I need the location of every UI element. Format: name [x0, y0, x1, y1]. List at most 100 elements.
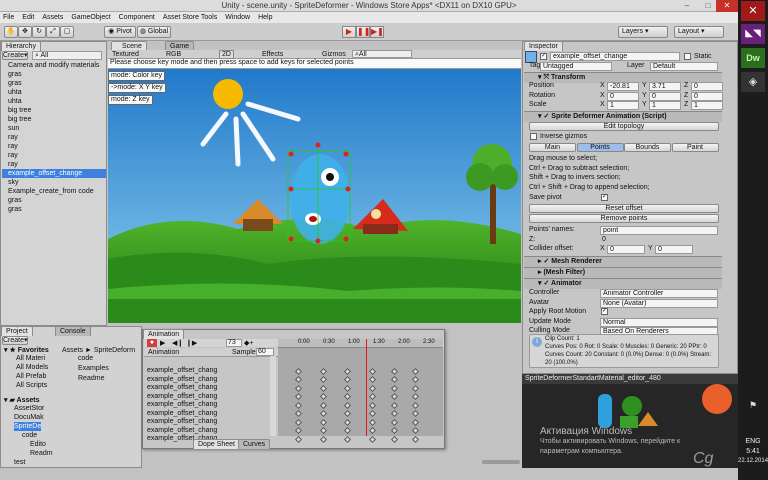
- project-create-button[interactable]: Create▾: [2, 336, 28, 345]
- clip-dropdown[interactable]: Animation: [148, 349, 179, 356]
- assets-tree-item[interactable]: DocuMak: [14, 413, 44, 422]
- assets-tree-item[interactable]: Readm: [30, 449, 53, 458]
- animation-property-row[interactable]: example_offset_chang: [147, 418, 217, 426]
- transform-rotation-z-field[interactable]: 0: [691, 91, 723, 101]
- add-key-icon[interactable]: ◆+: [244, 339, 253, 347]
- scale-tool-icon[interactable]: ⤢: [46, 26, 60, 38]
- tab-curves[interactable]: Curves: [238, 439, 271, 449]
- hierarchy-item[interactable]: big tree: [2, 106, 106, 115]
- sprite-deformer-tab[interactable]: Points: [576, 143, 624, 152]
- rgb-dropdown[interactable]: RGB: [166, 51, 181, 58]
- favorites-item[interactable]: All Models: [16, 363, 48, 372]
- transform-rotation-x-field[interactable]: 0: [607, 91, 639, 101]
- visual-studio-icon[interactable]: ◣◥: [741, 24, 765, 44]
- pause-button[interactable]: ❚❚: [356, 26, 370, 38]
- z-field[interactable]: 0: [600, 236, 718, 245]
- animation-property-row[interactable]: example_offset_chang: [147, 427, 217, 435]
- collider-x-field[interactable]: 0: [607, 245, 645, 254]
- scene-viewport[interactable]: [108, 59, 521, 323]
- transform-scale-y-field[interactable]: 1: [649, 101, 681, 110]
- animation-property-row[interactable]: example_offset_chang: [147, 367, 217, 375]
- hierarchy-item[interactable]: gras: [2, 196, 106, 205]
- hierarchy-create-button[interactable]: Create▾: [2, 51, 28, 60]
- mesh-renderer-header[interactable]: ▸ ✓ Mesh Renderer: [524, 256, 722, 267]
- assets-tree-item[interactable]: AssetStor: [14, 404, 44, 413]
- menu-window[interactable]: Window: [225, 14, 250, 21]
- layers-dropdown[interactable]: Layers ▾: [618, 26, 668, 38]
- next-key-icon[interactable]: ❙▶: [186, 339, 197, 347]
- menu-gameobject[interactable]: GameObject: [71, 14, 110, 21]
- animation-property-row[interactable]: example_offset_chang: [147, 376, 217, 384]
- sprite-deformer-header[interactable]: ▾ ✓ Sprite Deformer Animation (Script): [524, 111, 722, 122]
- hierarchy-item[interactable]: uhta: [2, 88, 106, 97]
- step-button[interactable]: ▶❚: [370, 26, 384, 38]
- animation-property-row[interactable]: example_offset_chang: [147, 393, 217, 401]
- mode-z-key[interactable]: mode: Z key: [108, 95, 153, 105]
- menu-assets[interactable]: Assets: [42, 14, 63, 21]
- hierarchy-item[interactable]: sun: [2, 124, 106, 133]
- favorites-item[interactable]: All Materi: [16, 354, 45, 363]
- assets-tree-item[interactable]: code: [22, 431, 37, 440]
- mode-color-key[interactable]: mode: Color key: [108, 71, 165, 81]
- 2d-toggle[interactable]: 2D: [219, 50, 234, 59]
- mesh-filter-header[interactable]: ▸ (Mesh Filter): [524, 267, 722, 278]
- hierarchy-item[interactable]: sky: [2, 178, 106, 187]
- minimize-button[interactable]: –: [676, 0, 698, 12]
- transform-scale-z-field[interactable]: 1: [691, 101, 723, 110]
- animation-property-row[interactable]: example_offset_chang: [147, 401, 217, 409]
- transform-position-z-field[interactable]: 0: [691, 82, 723, 91]
- sample-field[interactable]: 60: [256, 348, 274, 356]
- tab-animation[interactable]: Animation: [143, 329, 185, 339]
- save-pivot-checkbox[interactable]: ✓: [601, 194, 608, 201]
- hierarchy-item[interactable]: Camera and modify materials: [2, 61, 106, 70]
- hierarchy-item[interactable]: uhta: [2, 97, 106, 106]
- play-button[interactable]: ▶: [342, 26, 356, 38]
- flag-icon[interactable]: ⚑: [741, 400, 765, 414]
- animation-property-row[interactable]: example_offset_chang: [147, 410, 217, 418]
- sprite-deformer-tab[interactable]: Paint: [671, 143, 719, 152]
- layer-dropdown[interactable]: Default: [650, 62, 718, 71]
- hierarchy-item[interactable]: big tree: [2, 115, 106, 124]
- tab-inspector[interactable]: Inspector: [524, 41, 563, 51]
- assets-tree-item[interactable]: test: [14, 458, 25, 467]
- tag-dropdown[interactable]: Untagged: [540, 62, 612, 71]
- hand-tool-icon[interactable]: ✋: [4, 26, 18, 38]
- hierarchy-item[interactable]: ray: [2, 160, 106, 169]
- animator-update-field[interactable]: Normal: [600, 317, 718, 327]
- assets-tree-item[interactable]: SpriteDe: [14, 422, 42, 431]
- active-checkbox[interactable]: ✓: [540, 53, 547, 60]
- close-window-icon[interactable]: ✕: [741, 1, 765, 21]
- animation-property-row[interactable]: example_offset_chang: [147, 384, 217, 392]
- hierarchy-item[interactable]: Example_create_from code: [2, 187, 106, 196]
- zoom-slider[interactable]: [482, 460, 520, 464]
- hierarchy-item[interactable]: gras: [2, 205, 106, 214]
- hierarchy-item[interactable]: ray: [2, 133, 106, 142]
- layout-dropdown[interactable]: Layout ▾: [674, 26, 724, 38]
- frame-field[interactable]: 73: [226, 339, 242, 347]
- static-checkbox[interactable]: [684, 53, 691, 60]
- shading-dropdown[interactable]: Textured: [112, 51, 139, 58]
- inverse-gizmos-checkbox[interactable]: [530, 133, 537, 140]
- hierarchy-item[interactable]: ray: [2, 151, 106, 160]
- language-indicator[interactable]: ENG: [738, 438, 768, 445]
- menu-component[interactable]: Component: [119, 14, 155, 21]
- tab-console[interactable]: Console: [55, 326, 91, 336]
- transform-position-y-field[interactable]: 3.71: [649, 82, 681, 91]
- record-button[interactable]: ●: [147, 339, 157, 347]
- hierarchy-search-input[interactable]: ⌕ All: [32, 51, 102, 60]
- transform-rotation-y-field[interactable]: 0: [649, 91, 681, 101]
- root-motion-checkbox[interactable]: ✓: [601, 308, 608, 315]
- rotate-tool-icon[interactable]: ↻: [32, 26, 46, 38]
- menu-help[interactable]: Help: [258, 14, 272, 21]
- close-button[interactable]: ✕: [716, 0, 738, 12]
- project-file-item[interactable]: code: [78, 354, 93, 363]
- tab-hierarchy[interactable]: Hierarchy: [1, 41, 41, 51]
- hierarchy-item[interactable]: example_offset_change: [2, 169, 106, 178]
- assets-tree-item[interactable]: Edito: [30, 440, 46, 449]
- transform-position-x-field[interactable]: -20.81: [607, 82, 639, 91]
- hierarchy-item[interactable]: gras: [2, 79, 106, 88]
- project-file-item[interactable]: Examples: [78, 364, 109, 373]
- animator-avatar-field[interactable]: None (Avatar): [600, 298, 718, 308]
- project-file-item[interactable]: Readme: [78, 374, 104, 383]
- move-tool-icon[interactable]: ✥: [18, 26, 32, 38]
